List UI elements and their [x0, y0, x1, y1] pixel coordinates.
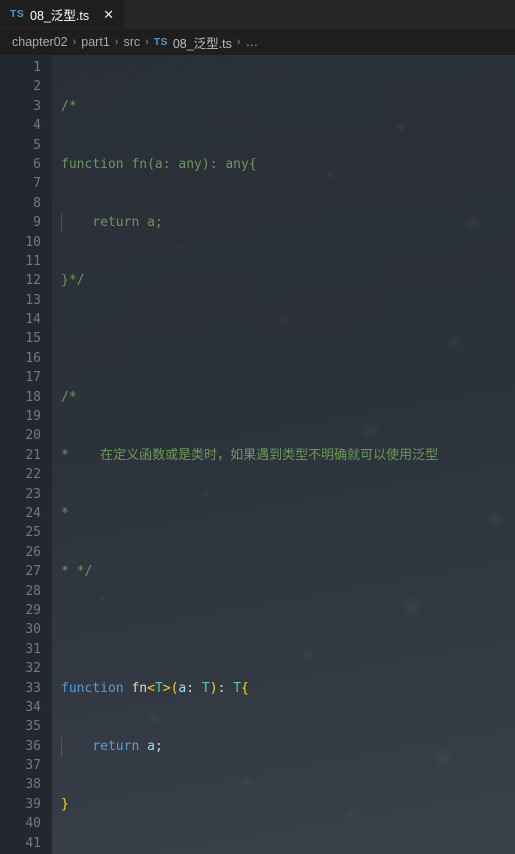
breadcrumb-item-file[interactable]: 08_泛型.ts [173, 33, 232, 52]
code-line: } [61, 797, 69, 813]
chevron-right-icon: › [72, 36, 77, 48]
breadcrumb-item-src[interactable]: src [123, 35, 140, 49]
line-number: 18 [25, 389, 41, 405]
line-number: 30 [25, 622, 41, 638]
vscode-window: TS 08_泛型.ts ✕ chapter02 › part1 › src › … [0, 0, 515, 854]
close-icon[interactable]: ✕ [101, 7, 116, 22]
typescript-file-icon: TS [153, 36, 168, 48]
line-number: 12 [25, 273, 41, 289]
line-number: 6 [33, 156, 41, 172]
code-lines[interactable]: /* function fn(a: any): any{ return a; }… [52, 55, 515, 854]
line-number: 28 [25, 583, 41, 599]
line-number: 1 [33, 60, 41, 75]
line-number: 11 [25, 253, 41, 269]
line-number: 15 [25, 331, 41, 347]
line-number: 7 [33, 176, 41, 192]
line-number-gutter: 1 2 3 4 5 6 7 8 9 10 11 12 13 14 15 16 1… [0, 55, 52, 854]
line-number: 26 [25, 544, 41, 560]
line-number: 13 [25, 292, 41, 308]
typescript-file-icon: TS [10, 8, 25, 20]
line-number: 33 [25, 680, 41, 696]
tab-bar-empty-space [124, 0, 515, 28]
line-number: 24 [25, 505, 41, 521]
line-number: 10 [25, 234, 41, 250]
line-number: 37 [25, 758, 41, 774]
line-number: 32 [25, 661, 41, 677]
code-line: * */ [61, 564, 93, 580]
line-number: 17 [25, 370, 41, 386]
line-number: 21 [25, 447, 41, 463]
line-number: 36 [25, 738, 41, 754]
breadcrumb-item-part1[interactable]: part1 [81, 35, 110, 49]
line-number: 9 [33, 215, 41, 231]
editor-tab-bar: TS 08_泛型.ts ✕ [0, 0, 515, 29]
code-line: * [61, 506, 69, 522]
code-line: return a; [61, 215, 163, 231]
line-number: 25 [25, 525, 41, 541]
code-line: }*/ [61, 273, 85, 289]
line-number: 20 [25, 428, 41, 444]
line-number: 38 [25, 777, 41, 793]
chevron-right-icon: › [145, 36, 149, 48]
line-number: 41 [25, 835, 41, 851]
breadcrumb-overflow[interactable]: … [246, 35, 260, 49]
line-number: 5 [33, 137, 41, 153]
breadcrumb-item-chapter02[interactable]: chapter02 [12, 35, 68, 49]
code-line: /* [61, 389, 77, 405]
code-line: * 在定义函数或是类时，如果遇到类型不明确就可以使用泛型 [61, 448, 439, 464]
tab-08-generics-ts[interactable]: TS 08_泛型.ts ✕ [0, 0, 124, 28]
line-number: 40 [25, 816, 41, 832]
line-number: 3 [33, 98, 41, 114]
code-line: function fn(a: any): any{ [61, 157, 257, 173]
line-number: 27 [25, 564, 41, 580]
line-number: 16 [25, 350, 41, 366]
line-number: 39 [25, 796, 41, 812]
code-line: function fn<T>(a: T): T{ [61, 680, 249, 696]
line-number: 29 [25, 602, 41, 618]
code-line: return a; [92, 739, 163, 755]
line-number: 23 [25, 486, 41, 502]
chevron-right-icon: › [114, 36, 119, 48]
code-line: /* [61, 98, 77, 114]
line-number: 34 [25, 699, 41, 715]
chevron-right-icon: › [236, 36, 241, 48]
line-number: 35 [25, 719, 41, 735]
line-number: 4 [33, 118, 41, 134]
line-number: 22 [25, 467, 41, 483]
line-number: 19 [25, 409, 41, 425]
code-editor[interactable]: 1 2 3 4 5 6 7 8 9 10 11 12 13 14 15 16 1… [0, 55, 515, 854]
line-number: 14 [25, 312, 41, 328]
code-area: 1 2 3 4 5 6 7 8 9 10 11 12 13 14 15 16 1… [0, 55, 515, 854]
line-number: 8 [33, 195, 41, 211]
line-number: 31 [25, 641, 41, 657]
tab-title: 08_泛型.ts [30, 8, 90, 23]
line-number: 2 [33, 79, 41, 95]
breadcrumb: chapter02 › part1 › src › TS 08_泛型.ts › … [0, 29, 515, 55]
